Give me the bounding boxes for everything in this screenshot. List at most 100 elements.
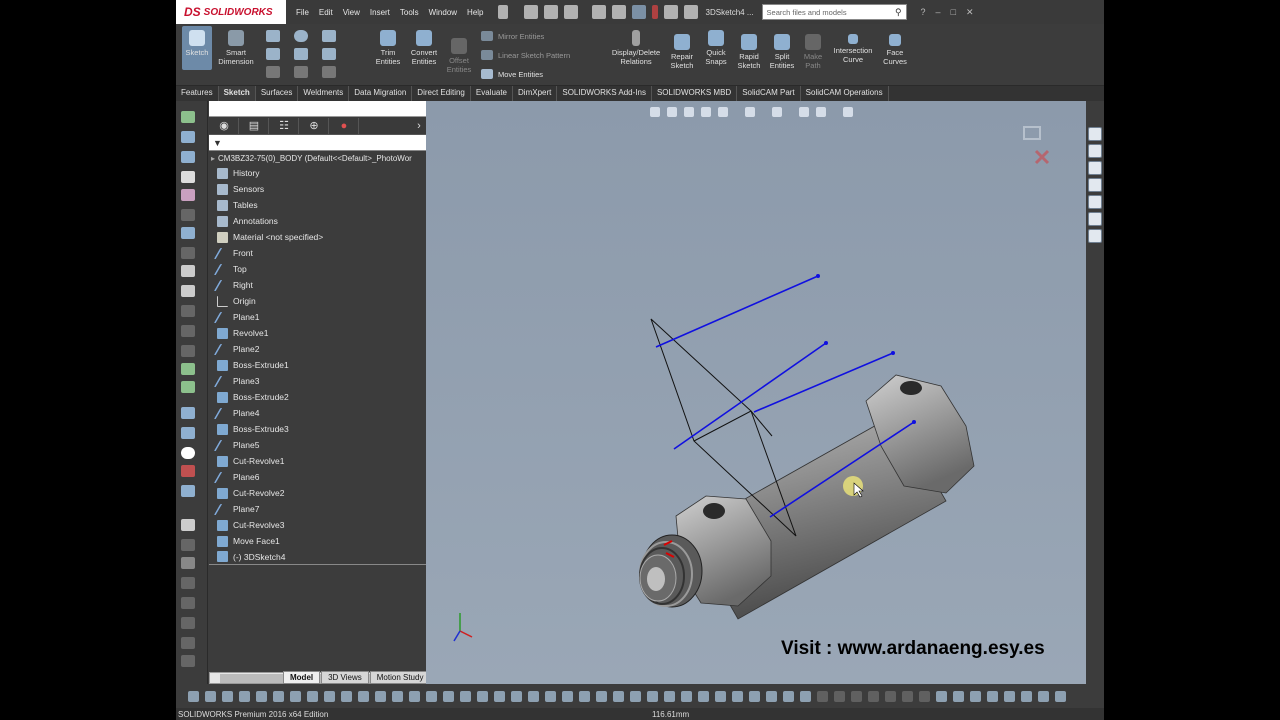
tool-8-icon[interactable] xyxy=(181,247,195,259)
bottom-tool-icon[interactable] xyxy=(647,690,658,702)
tab-dimxpert[interactable]: DimXpert xyxy=(513,86,558,101)
tree-item[interactable]: Plane4 xyxy=(209,405,426,421)
pin-icon[interactable] xyxy=(497,5,508,19)
tree-item[interactable]: Origin xyxy=(209,293,426,309)
bottom-tool-icon[interactable] xyxy=(375,690,386,702)
minimize-button[interactable]: – xyxy=(936,7,941,17)
tool-26-icon[interactable] xyxy=(181,617,195,629)
feature-tree-root[interactable]: ▸ CM3BZ32-75(0)_BODY (Default<<Default>_P… xyxy=(209,151,426,165)
tree-item[interactable]: Cut-Revolve3 xyxy=(209,517,426,533)
part-body[interactable] xyxy=(639,374,975,620)
bottom-tool-icon[interactable] xyxy=(749,690,760,702)
tool-22-icon[interactable] xyxy=(181,539,195,551)
make-path-button[interactable]: Make Path xyxy=(800,34,826,70)
bottom-tool-icon[interactable] xyxy=(528,690,539,702)
bottom-tool-icon[interactable] xyxy=(341,690,352,702)
tool-3-icon[interactable] xyxy=(181,151,195,163)
new-document-icon[interactable] xyxy=(523,5,538,19)
bottom-tool-icon[interactable] xyxy=(987,690,998,702)
tab-model[interactable]: Model xyxy=(283,671,321,684)
bottom-tool-icon[interactable] xyxy=(698,690,709,702)
bottom-tool-icon[interactable] xyxy=(409,690,420,702)
intersection-curve-button[interactable]: Intersection Curve xyxy=(830,34,876,64)
tool-24-icon[interactable] xyxy=(181,577,195,589)
bottom-tool-icon[interactable] xyxy=(868,690,879,702)
bottom-tool-icon[interactable] xyxy=(596,690,607,702)
tab-solidworks-addins[interactable]: SOLIDWORKS Add-Ins xyxy=(557,86,652,101)
featuremanager-tab-icon[interactable]: ◉ xyxy=(210,117,239,134)
expand-arrow-icon[interactable]: ▸ xyxy=(211,154,215,163)
tab-3d-views[interactable]: 3D Views xyxy=(321,671,369,684)
tree-item[interactable]: Move Face1 xyxy=(209,533,426,549)
bottom-tool-icon[interactable] xyxy=(205,690,216,702)
smart-dimension-button[interactable]: Smart Dimension xyxy=(214,30,258,66)
tool-10-icon[interactable] xyxy=(181,285,195,297)
spline-icon[interactable] xyxy=(322,30,336,42)
file-explorer-icon[interactable] xyxy=(1088,161,1102,175)
tab-surfaces[interactable]: Surfaces xyxy=(256,86,299,101)
bottom-tool-icon[interactable] xyxy=(545,690,556,702)
line-icon[interactable] xyxy=(266,30,280,42)
bottom-tool-icon[interactable] xyxy=(256,690,267,702)
menu-file[interactable]: File xyxy=(296,8,309,17)
tool-1-icon[interactable] xyxy=(181,111,195,123)
plane-icon[interactable] xyxy=(294,66,308,78)
move-entities-button[interactable]: Move Entities xyxy=(481,69,543,79)
quick-snaps-button[interactable]: Quick Snaps xyxy=(702,30,730,66)
tree-item[interactable]: (-) 3DSketch4 xyxy=(209,549,426,565)
bottom-tool-icon[interactable] xyxy=(324,690,335,702)
bottom-tool-icon[interactable] xyxy=(307,690,318,702)
exit-sketch-icon[interactable] xyxy=(1023,126,1041,140)
save-icon[interactable] xyxy=(563,5,578,19)
expand-panel-icon[interactable]: › xyxy=(412,118,426,134)
menu-view[interactable]: View xyxy=(343,8,360,17)
bottom-tool-icon[interactable] xyxy=(426,690,437,702)
bottom-tool-icon[interactable] xyxy=(188,690,199,702)
close-button[interactable]: ✕ xyxy=(966,7,974,18)
open-icon[interactable] xyxy=(543,5,558,19)
bottom-tool-icon[interactable] xyxy=(1038,690,1049,702)
trim-entities-button[interactable]: Trim Entities xyxy=(372,30,404,66)
display-delete-relations-button[interactable]: Display/Delete Relations xyxy=(608,30,664,66)
display-manager-tab-icon[interactable]: ● xyxy=(330,117,359,134)
tab-weldments[interactable]: Weldments xyxy=(298,86,350,101)
bottom-tool-icon[interactable] xyxy=(953,690,964,702)
bottom-tool-icon[interactable] xyxy=(732,690,743,702)
bottom-tool-icon[interactable] xyxy=(562,690,573,702)
tool-9-icon[interactable] xyxy=(181,265,195,277)
menu-tools[interactable]: Tools xyxy=(400,8,419,17)
circle-icon[interactable] xyxy=(294,30,308,42)
tree-item[interactable]: History xyxy=(209,165,426,181)
bottom-tool-icon[interactable] xyxy=(222,690,233,702)
tool-2-icon[interactable] xyxy=(181,131,195,143)
tab-features[interactable]: Features xyxy=(176,86,219,101)
file-properties-icon[interactable] xyxy=(663,5,678,19)
traffic-light-icon[interactable] xyxy=(651,5,658,19)
solidworks-forum-icon[interactable] xyxy=(1088,229,1102,243)
bottom-tool-icon[interactable] xyxy=(579,690,590,702)
polygon-icon[interactable] xyxy=(322,48,336,60)
tree-item[interactable]: Boss-Extrude3 xyxy=(209,421,426,437)
design-library-icon[interactable] xyxy=(1088,144,1102,158)
tool-15-icon[interactable] xyxy=(181,381,195,393)
repair-sketch-button[interactable]: Repair Sketch xyxy=(668,34,696,70)
tree-item[interactable]: Plane3 xyxy=(209,373,426,389)
tool-28-icon[interactable] xyxy=(181,655,195,667)
tree-item[interactable]: Plane7 xyxy=(209,501,426,517)
tree-item[interactable]: Plane6 xyxy=(209,469,426,485)
tool-11-icon[interactable] xyxy=(181,305,195,317)
search-input[interactable]: Search files and models ⚲ xyxy=(761,4,907,20)
tool-21-icon[interactable] xyxy=(181,519,195,531)
search-icon[interactable]: ⚲ xyxy=(895,7,902,18)
dimxpert-tab-icon[interactable]: ⊕ xyxy=(300,117,329,134)
bottom-tool-icon[interactable] xyxy=(1021,690,1032,702)
face-curves-button[interactable]: Face Curves xyxy=(880,34,910,66)
tab-evaluate[interactable]: Evaluate xyxy=(471,86,514,101)
bottom-tool-icon[interactable] xyxy=(715,690,726,702)
linear-sketch-pattern-button[interactable]: Linear Sketch Pattern xyxy=(481,50,570,60)
maximize-button[interactable]: □ xyxy=(951,7,956,17)
mirror-entities-button[interactable]: Mirror Entities xyxy=(481,31,544,41)
tree-item[interactable]: Material <not specified> xyxy=(209,229,426,245)
sketch-button[interactable]: Sketch xyxy=(182,26,212,70)
tab-solidworks-mbd[interactable]: SOLIDWORKS MBD xyxy=(652,86,738,101)
